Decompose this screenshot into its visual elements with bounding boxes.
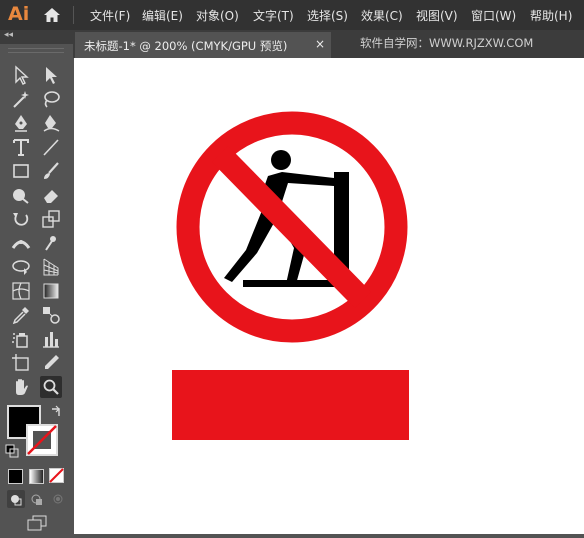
menu-select[interactable]: 选择(S) — [307, 7, 348, 24]
perspective-grid-tool-icon[interactable] — [40, 256, 62, 278]
screen-mode-icon[interactable] — [26, 515, 48, 531]
artboard-tool-icon[interactable] — [10, 352, 32, 374]
blend-tool-icon[interactable] — [40, 304, 62, 326]
curvature-tool-icon[interactable] — [40, 112, 62, 134]
color-mode-button[interactable] — [8, 469, 23, 484]
gradient-tool-icon[interactable] — [40, 280, 62, 302]
document-tab[interactable]: 未标题-1* @ 200% (CMYK/GPU 预览) × — [75, 32, 331, 58]
rotate-tool-icon[interactable] — [10, 208, 32, 230]
artboard-canvas[interactable] — [74, 58, 584, 534]
default-colors-icon[interactable] — [5, 444, 19, 458]
hand-tool-icon[interactable] — [10, 376, 32, 398]
menu-divider — [73, 6, 74, 24]
mesh-tool-icon[interactable] — [10, 280, 32, 302]
menu-type[interactable]: 文字(T) — [253, 7, 294, 24]
eyedropper-tool-icon[interactable] — [10, 304, 32, 326]
draw-inside-button[interactable] — [49, 490, 67, 508]
gradient-mode-button[interactable] — [29, 469, 44, 484]
symbol-sprayer-tool-icon[interactable] — [10, 328, 32, 350]
prohibition-sign-artwork — [172, 111, 409, 440]
swap-colors-icon[interactable] — [50, 405, 64, 419]
menu-bar: Ai 文件(F) 编辑(E) 对象(O) 文字(T) 选择(S) 效果(C) 视… — [0, 0, 584, 30]
menu-object[interactable]: 对象(O) — [196, 7, 239, 24]
shaper-tool-icon[interactable] — [10, 184, 32, 206]
figure-head — [271, 150, 291, 170]
sign-label-box — [172, 370, 409, 440]
column-graph-tool-icon[interactable] — [40, 328, 62, 350]
eraser-tool-icon[interactable] — [40, 184, 62, 206]
stroke-color-swatch[interactable] — [26, 424, 58, 456]
watermark-text: 软件自学网：WWW.RJZXW.COM — [360, 36, 534, 50]
menu-edit[interactable]: 编辑(E) — [142, 7, 183, 24]
draw-behind-button[interactable] — [28, 490, 46, 508]
draw-normal-button[interactable] — [7, 490, 25, 508]
menu-window[interactable]: 窗口(W) — [471, 7, 516, 24]
draw-normal-icon — [11, 495, 22, 506]
menu-file[interactable]: 文件(F) — [90, 7, 130, 24]
home-icon[interactable] — [42, 5, 62, 25]
document-tab-title[interactable]: 未标题-1* @ 200% (CMYK/GPU 预览) — [84, 38, 287, 54]
scale-tool-icon[interactable] — [40, 208, 62, 230]
collapse-panel-icon[interactable]: ◂◂ — [4, 30, 13, 40]
menu-view[interactable]: 视图(V) — [416, 7, 458, 24]
line-segment-tool-icon[interactable] — [40, 136, 62, 158]
pen-tool-icon[interactable] — [10, 112, 32, 134]
app-logo[interactable]: Ai — [8, 3, 29, 25]
menu-help[interactable]: 帮助(H) — [530, 7, 572, 24]
puppet-warp-tool-icon[interactable] — [40, 232, 62, 254]
slice-tool-icon[interactable] — [40, 352, 62, 374]
paintbrush-tool-icon[interactable] — [40, 160, 62, 182]
width-tool-icon[interactable] — [10, 232, 32, 254]
tools-panel-header: ◂◂ — [0, 30, 73, 44]
rectangle-tool-icon[interactable] — [10, 160, 32, 182]
draw-behind-icon — [31, 494, 42, 505]
panel-grip[interactable] — [8, 48, 64, 53]
draw-inside-icon — [53, 494, 63, 504]
zoom-tool-icon[interactable] — [40, 376, 62, 398]
menu-effect[interactable]: 效果(C) — [361, 7, 403, 24]
type-tool-icon[interactable] — [10, 136, 32, 158]
lasso-tool-icon[interactable] — [40, 88, 62, 110]
shape-builder-tool-icon[interactable] — [10, 256, 32, 278]
magic-wand-tool-icon[interactable] — [10, 88, 32, 110]
selection-tool-icon[interactable] — [10, 64, 32, 86]
direct-selection-tool-icon[interactable] — [40, 64, 62, 86]
none-mode-button[interactable] — [49, 468, 64, 483]
close-tab-icon[interactable]: × — [315, 37, 325, 51]
